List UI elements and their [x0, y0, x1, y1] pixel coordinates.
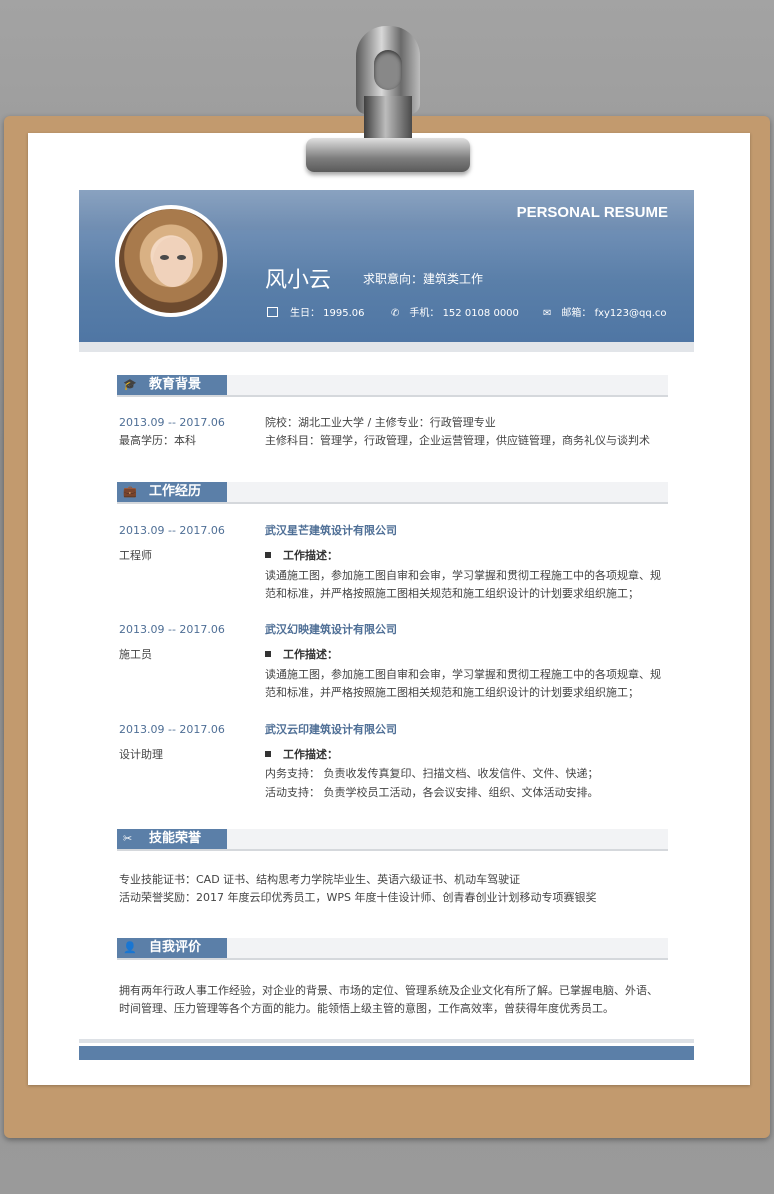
bullet-icon [265, 651, 271, 657]
job-desc-line: 范和标准，并严格按照施工图相关规范和施工组织设计的计划要求组织施工； [265, 587, 639, 600]
section-title: 技能荣誉 [149, 831, 202, 846]
tools-icon: ✂ [123, 832, 133, 845]
footer-bar [79, 1046, 694, 1060]
header-banner: PERSONAL RESUME 风小云 求职意向：建筑类工作 生日： 1995.… [79, 190, 694, 342]
person-icon: 👤 [123, 941, 137, 954]
education-degree: 最高学历：本科 [119, 434, 196, 447]
email-info: ✉ 邮箱： fxy123@qq.co [543, 308, 667, 319]
education-date: 2013.09 -- 2017.06 [119, 416, 225, 429]
job-desc-line: 读通施工图，参加施工图自审和会审，学习掌握和贯彻工程施工中的各项规章、规 [265, 668, 661, 681]
section-skills: ✂ 技能荣誉 [117, 829, 668, 851]
section-title: 工作经历 [149, 484, 202, 499]
education-courses: 主修科目：管理学，行政管理，企业运营管理，供应链管理，商务礼仪与谈判术 [265, 434, 650, 447]
education-school: 院校：湖北工业大学 / 主修专业：行政管理专业 [265, 416, 496, 429]
job-desc-line: 内务支持： 负责收发传真复印、扫描文档、收发信件、文件、快递； [265, 767, 599, 780]
job-desc-label: 工作描述： [265, 646, 338, 664]
job-role: 施工员 [119, 648, 152, 661]
job-desc-line: 范和标准，并严格按照施工图相关规范和施工组织设计的计划要求组织施工； [265, 686, 639, 699]
graduation-cap-icon: 🎓 [123, 378, 137, 391]
phone-icon: ✆ [391, 308, 400, 319]
birthday-info: 生日： 1995.06 [267, 304, 365, 319]
section-title: 自我评价 [149, 940, 202, 955]
job-desc-label: 工作描述： [265, 547, 338, 565]
bullet-icon [265, 751, 271, 757]
job-desc-label: 工作描述： [265, 746, 338, 764]
job-role: 设计助理 [119, 748, 163, 761]
binder-clip [294, 26, 480, 176]
job-date: 2013.09 -- 2017.06 [119, 524, 225, 537]
briefcase-icon: 💼 [123, 485, 137, 498]
job-company: 武汉星芒建筑设计有限公司 [265, 524, 397, 537]
calendar-icon [267, 307, 278, 317]
mail-icon: ✉ [543, 308, 552, 319]
job-date: 2013.09 -- 2017.06 [119, 723, 225, 736]
avatar [115, 205, 227, 317]
candidate-name: 风小云 [265, 268, 332, 293]
self-evaluation-line: 时间管理、压力管理等各个方面的能力。能领悟上级主管的意图，工作高效率，曾获得年度… [119, 1002, 614, 1015]
footer-line [79, 1039, 694, 1043]
job-company: 武汉幻映建筑设计有限公司 [265, 623, 397, 636]
skills-certificates: 专业技能证书：CAD 证书、结构思考力学院毕业生、英语六级证书、机动车驾驶证 [119, 873, 521, 886]
job-company: 武汉云印建筑设计有限公司 [265, 723, 397, 736]
skills-awards: 活动荣誉奖励：2017 年度云印优秀员工，WPS 年度十佳设计师、创青春创业计划… [119, 891, 597, 904]
bullet-icon [265, 552, 271, 558]
section-self-evaluation: 👤 自我评价 [117, 938, 668, 960]
job-date: 2013.09 -- 2017.06 [119, 623, 225, 636]
banner-strip [79, 342, 694, 352]
section-work: 💼 工作经历 [117, 482, 668, 504]
job-role: 工程师 [119, 549, 152, 562]
self-evaluation-line: 拥有两年行政人事工作经验，对企业的背景、市场的定位、管理系统及企业文化有所了解。… [119, 984, 658, 997]
section-title: 教育背景 [149, 377, 202, 392]
phone-info: ✆ 手机： 152 0108 0000 [391, 308, 519, 319]
resume-tag: PERSONAL RESUME [516, 204, 668, 221]
section-education: 🎓 教育背景 [117, 375, 668, 397]
job-desc-line: 活动支持： 负责学校员工活动，各会议安排、组织、文体活动安排。 [265, 786, 599, 799]
job-desc-line: 读通施工图，参加施工图自审和会审，学习掌握和贯彻工程施工中的各项规章、规 [265, 569, 661, 582]
job-intent: 求职意向：建筑类工作 [363, 272, 484, 286]
